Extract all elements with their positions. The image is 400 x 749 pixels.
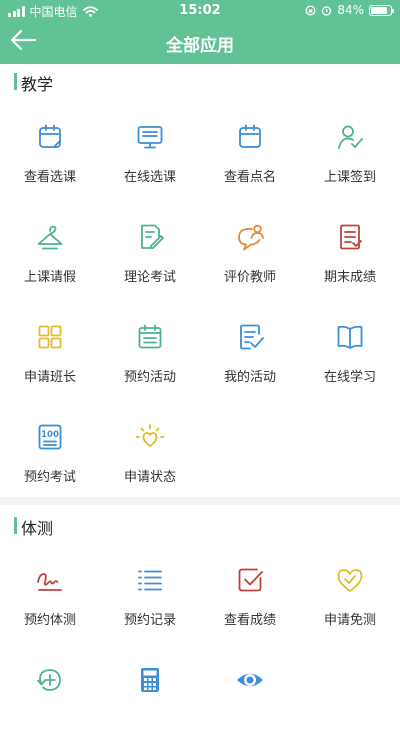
teaching-app-1[interactable]: 查看选课 [0,122,100,206]
fitness-app-7[interactable] [200,665,300,749]
document-pen-icon [135,222,165,252]
check-square-icon [235,565,265,595]
fitness-app-5[interactable] [0,665,100,749]
page-title: 全部应用 [166,36,234,56]
fitness-app-4[interactable]: 申请免测 [300,565,400,649]
alarm-icon [322,5,332,16]
teaching-app-11[interactable]: 我的活动 [200,322,300,406]
hanger-icon [35,222,65,252]
speech-person-icon [235,222,265,252]
teaching-app-14[interactable]: 申请状态 [100,422,200,506]
teaching-app-6[interactable]: 理论考试 [100,222,200,306]
app-label: 理论考试 [123,270,176,285]
section-accent-bar [14,73,17,90]
sun-heart-icon [135,422,165,452]
calendar-list-icon [135,322,165,352]
fitness-app-6[interactable] [100,665,200,749]
monitor-icon [135,122,165,152]
teaching-app-9[interactable]: 申请班长 [0,322,100,406]
user-check-icon [335,122,365,152]
checklist-icon [235,322,265,352]
section-accent-bar [14,517,17,534]
app-label: 我的活动 [223,370,276,385]
battery-icon [369,4,394,16]
fitness-app-3[interactable]: 查看成绩 [200,565,300,649]
section-header-fitness: 体测 [0,510,400,540]
app-label: 在线选课 [123,170,176,185]
app-label: 申请免测 [323,613,376,628]
teaching-app-2[interactable]: 在线选课 [100,122,200,206]
teaching-app-7[interactable]: 评价教师 [200,222,300,306]
app-label: 上课请假 [23,270,76,285]
app-label: 预约体测 [23,613,76,628]
teaching-app-13[interactable]: 100 预约考试 [0,422,100,506]
battery-percent: 84% [337,3,364,17]
teaching-app-5[interactable]: 上课请假 [0,222,100,306]
app-label: 申请状态 [123,470,176,485]
teaching-app-10[interactable]: 预约活动 [100,322,200,406]
list-icon [135,565,165,595]
app-label: 上课签到 [323,170,376,185]
heart-check-icon [335,565,365,595]
section-header-teaching: 教学 [0,66,400,96]
score-100-icon: 100 [35,422,65,452]
grid-icon [35,322,65,352]
app-label: 预约活动 [123,370,176,385]
section-title-fitness: 体测 [21,519,54,538]
teaching-app-12[interactable]: 在线学习 [300,322,400,406]
report-icon [335,222,365,252]
status-bar: 中国电信 15:02 84% [0,0,400,22]
app-label: 预约记录 [123,613,176,628]
calendar-icon [235,122,265,152]
teaching-app-8[interactable]: 期末成绩 [300,222,400,306]
section-divider [0,497,400,505]
app-label: 查看选课 [23,170,76,185]
teaching-app-4[interactable]: 上课签到 [300,122,400,206]
fitness-app-2[interactable]: 预约记录 [100,565,200,649]
app-label: 评价教师 [223,270,276,285]
book-icon [335,322,365,352]
fitness-app-1[interactable]: 预约体测 [0,565,100,649]
teaching-app-3[interactable]: 查看点名 [200,122,300,206]
app-header: 中国电信 15:02 84% 全部应用 [0,0,400,64]
section-title-teaching: 教学 [21,75,54,94]
app-label: 期末成绩 [323,270,376,285]
svg-text:100: 100 [41,430,59,440]
app-label: 在线学习 [323,370,376,385]
calendar-note-icon [35,122,65,152]
app-label: 查看点名 [223,170,276,185]
app-label: 预约考试 [23,470,76,485]
signature-icon [35,565,65,595]
lock-rotation-icon [305,5,316,15]
app-label: 申请班长 [23,370,76,385]
eye-icon [235,665,265,695]
refresh-plus-icon [35,665,65,695]
calculator-icon [135,665,165,695]
app-label: 查看成绩 [223,613,276,628]
